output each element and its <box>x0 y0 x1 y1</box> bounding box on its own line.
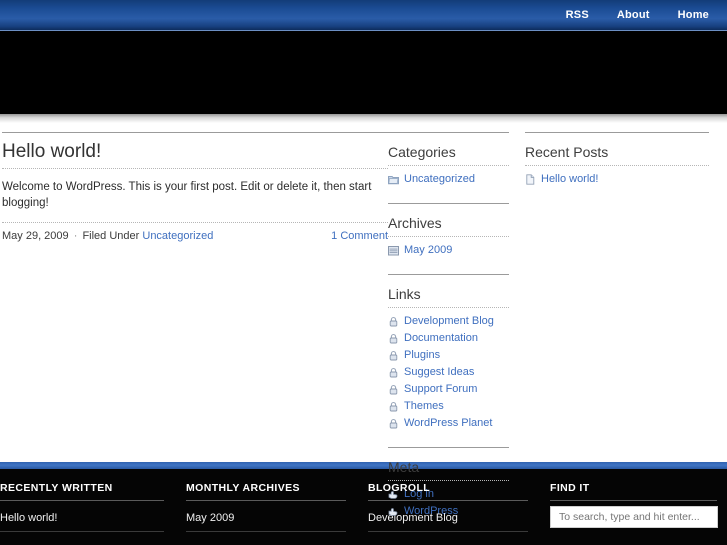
footer-title-monthly-archives: MONTHLY ARCHIVES <box>186 482 346 501</box>
list-item[interactable]: May 2009 <box>186 506 346 532</box>
post-category-link[interactable]: Uncategorized <box>142 230 213 242</box>
nav-item-rss[interactable]: RSS <box>566 0 589 31</box>
calendar-icon <box>388 245 399 256</box>
search-input[interactable] <box>557 510 711 524</box>
lock-icon <box>388 316 399 327</box>
list-item-label[interactable]: WordPress Planet <box>404 416 492 431</box>
footer-title-find-it: FIND IT <box>550 482 717 501</box>
widget-top-rule <box>525 132 709 133</box>
widget-title-divider <box>388 236 509 237</box>
widget-title-meta: Meta <box>388 459 420 475</box>
lock-icon <box>388 418 399 429</box>
footer-column-find-it: FIND IT <box>550 482 727 545</box>
widget-top-rule <box>388 447 509 448</box>
list-item-label[interactable]: Hello world! <box>541 172 598 187</box>
list-item[interactable]: Themes <box>388 399 509 414</box>
archives-list: May 2009 <box>388 243 509 258</box>
nav-item-home[interactable]: Home <box>678 0 709 31</box>
list-item-label[interactable]: Uncategorized <box>404 172 475 187</box>
widget-title-divider <box>388 307 509 308</box>
widget-links: Links Development Blog Documentation Plu… <box>388 274 525 431</box>
widget-top-rule <box>388 132 509 133</box>
footer-list-monthly-archives: May 2009 <box>186 506 346 532</box>
list-item-label[interactable]: Suggest Ideas <box>404 365 474 380</box>
top-navigation-bar: RSS About Home <box>0 0 727 31</box>
list-item[interactable]: Uncategorized <box>388 172 509 187</box>
list-item-label[interactable]: Themes <box>404 399 444 414</box>
lock-icon <box>388 350 399 361</box>
widget-archives: Archives May 2009 <box>388 203 525 258</box>
post-comments-link[interactable]: 1 Comment <box>331 230 388 242</box>
list-item[interactable]: Hello world! <box>525 172 709 187</box>
footer-column-monthly-archives: MONTHLY ARCHIVES May 2009 <box>186 482 368 545</box>
widget-title-categories: Categories <box>388 144 456 160</box>
banner-shadow <box>0 114 727 123</box>
lock-icon <box>388 401 399 412</box>
site-footer: RECENTLY WRITTEN Hello world! MONTHLY AR… <box>0 469 727 545</box>
content-top-rule <box>2 132 388 133</box>
list-item[interactable]: Plugins <box>388 348 509 363</box>
sidebar-column-secondary: Recent Posts Hello world! <box>525 132 725 462</box>
lock-icon <box>388 367 399 378</box>
list-item-label[interactable]: Documentation <box>404 331 478 346</box>
list-item-label[interactable]: Plugins <box>404 348 440 363</box>
site-header-banner <box>0 31 727 114</box>
lock-icon <box>388 333 399 344</box>
list-item[interactable]: Suggest Ideas <box>388 365 509 380</box>
footer-divider <box>0 462 727 469</box>
folder-icon <box>388 174 399 185</box>
filed-under-label: Filed Under <box>82 230 140 242</box>
post-meta: May 29, 2009 · Filed Under Uncategorized… <box>2 223 388 242</box>
post-meta-left: May 29, 2009 · Filed Under Uncategorized <box>2 230 213 242</box>
recent-posts-list: Hello world! <box>525 172 709 187</box>
footer-title-recently-written: RECENTLY WRITTEN <box>0 482 164 501</box>
widget-title-recent-posts: Recent Posts <box>525 144 609 160</box>
list-item[interactable]: WordPress Planet <box>388 416 509 431</box>
list-item[interactable]: Support Forum <box>388 382 509 397</box>
widget-title-divider <box>388 165 509 166</box>
search-box[interactable] <box>550 506 718 528</box>
post-excerpt: Welcome to WordPress. This is your first… <box>2 181 372 209</box>
pointing-hand-icon <box>388 506 399 517</box>
main-content-area: Hello world! Welcome to WordPress. This … <box>0 123 727 517</box>
pointing-hand-icon <box>388 489 399 500</box>
list-item[interactable]: Hello world! <box>0 506 164 532</box>
list-item-label[interactable]: Support Forum <box>404 382 477 397</box>
post-column: Hello world! Welcome to WordPress. This … <box>0 132 388 462</box>
footer-list-recently-written: Hello world! <box>0 506 164 532</box>
post-title[interactable]: Hello world! <box>2 140 388 168</box>
list-item[interactable]: May 2009 <box>388 243 509 258</box>
post-date: May 29, 2009 <box>2 230 69 242</box>
widget-categories: Categories Uncategorized <box>388 132 525 187</box>
sidebar-column-primary: Categories Uncategorized Archives May 20… <box>388 132 525 517</box>
links-list: Development Blog Documentation Plugins S… <box>388 314 509 431</box>
page-icon <box>525 174 536 185</box>
categories-list: Uncategorized <box>388 172 509 187</box>
widget-recent-posts: Recent Posts Hello world! <box>525 132 725 187</box>
widget-top-rule <box>388 274 509 275</box>
footer-column-recently-written: RECENTLY WRITTEN Hello world! <box>0 482 186 545</box>
widget-title-archives: Archives <box>388 215 442 231</box>
nav-item-about[interactable]: About <box>617 0 650 31</box>
list-item[interactable]: Documentation <box>388 331 509 346</box>
widget-title-divider <box>388 480 509 481</box>
meta-separator: · <box>73 230 78 242</box>
widget-top-rule <box>388 203 509 204</box>
widget-title-divider <box>525 165 709 166</box>
list-item-label[interactable]: May 2009 <box>404 243 452 258</box>
list-item[interactable]: Development Blog <box>388 314 509 329</box>
widget-title-links: Links <box>388 286 421 302</box>
lock-icon <box>388 384 399 395</box>
list-item-label[interactable]: Development Blog <box>404 314 494 329</box>
